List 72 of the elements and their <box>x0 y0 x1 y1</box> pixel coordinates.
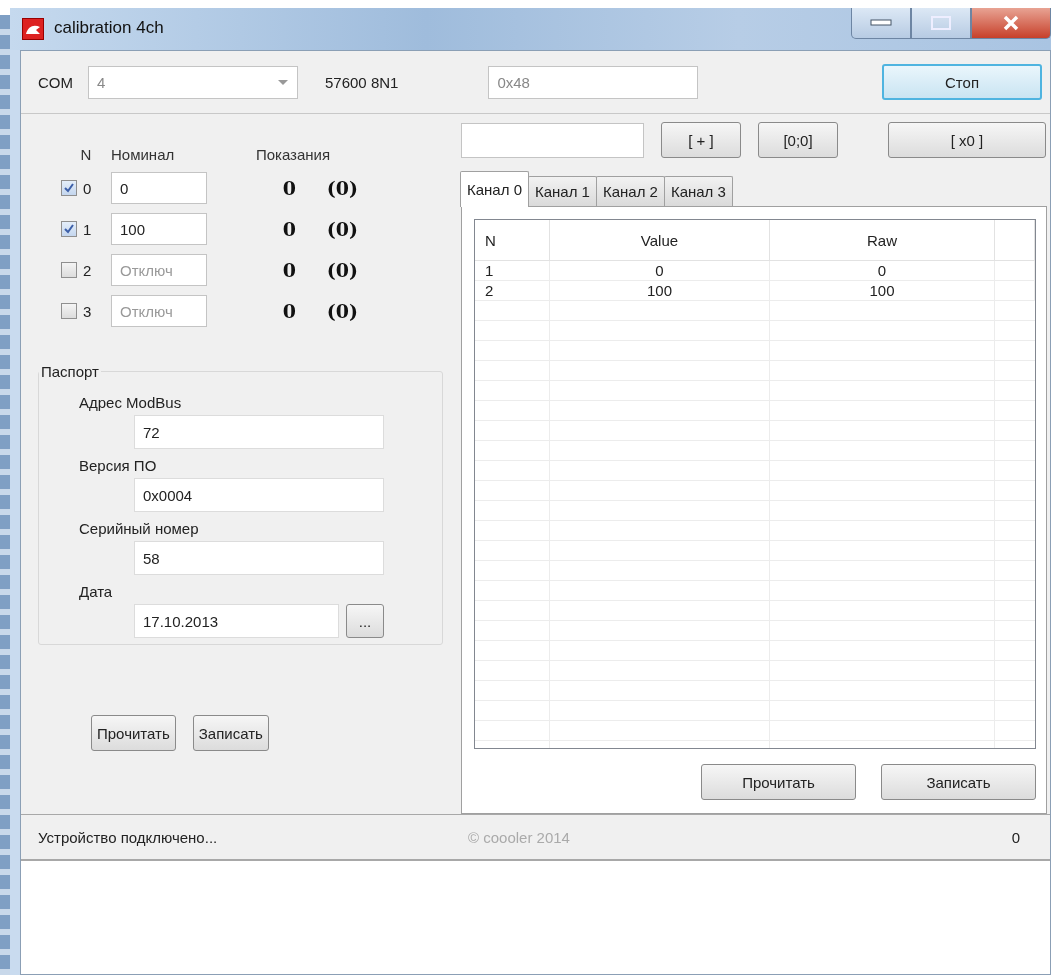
window-title: calibration 4ch <box>54 18 164 38</box>
empty-cell <box>995 281 1035 301</box>
field-label: Дата <box>79 583 113 600</box>
status-count: 0 <box>1011 828 1020 846</box>
read-button[interactable]: Прочитать <box>701 764 856 800</box>
table-cell: 100 <box>770 281 995 301</box>
table-cell: 0 <box>770 261 995 281</box>
input-field[interactable]: 0x0004 <box>134 478 384 512</box>
checkbox[interactable] <box>61 303 77 319</box>
field-label: Версия ПО <box>79 457 157 474</box>
tab[interactable]: Канал 0 <box>460 171 529 207</box>
input-field[interactable]: 58 <box>134 541 384 575</box>
maximize-icon <box>931 16 951 30</box>
field-label: Серийный номер <box>79 520 199 537</box>
tab[interactable]: Канал 1 <box>527 176 597 206</box>
column-header: N <box>475 220 550 261</box>
column-header: Номинал <box>111 146 176 163</box>
write-button[interactable]: Записать <box>192 715 269 751</box>
app-icon <box>22 18 44 40</box>
table-cell: 1 <box>475 261 550 281</box>
caret-icon <box>277 78 289 86</box>
field-label: Адрес ModBus <box>79 394 182 411</box>
reading-value: 0 <box>281 300 296 322</box>
tab[interactable]: Канал 3 <box>663 176 733 206</box>
table-cell: 100 <box>550 281 770 301</box>
port-settings: 57600 8N1 <box>325 73 399 91</box>
port-dropdown[interactable]: 4 <box>88 65 298 99</box>
minimize-icon <box>870 19 892 27</box>
input-field[interactable] <box>461 122 644 158</box>
empty-cell <box>995 261 1035 281</box>
channel-number: 2 <box>83 261 93 279</box>
table-cell: 2 <box>475 281 550 301</box>
nominal-field[interactable]: 100 <box>111 213 207 245</box>
group-title: Паспорт <box>40 363 100 380</box>
column-header: Показания <box>254 146 332 163</box>
write-button[interactable]: Записать <box>881 764 1036 800</box>
status-message: Устройство подключено... <box>38 828 219 846</box>
date-picker-button[interactable]: ... <box>346 604 384 638</box>
checkbox[interactable] <box>61 221 77 237</box>
raw-value: (0) <box>325 259 358 281</box>
close-button[interactable] <box>971 8 1051 39</box>
read-button[interactable]: Прочитать <box>91 715 176 751</box>
reading-value: 0 <box>281 218 296 240</box>
tab[interactable]: Канал 2 <box>595 176 665 206</box>
tool-button[interactable]: [ + ] <box>661 122 741 158</box>
copyright-text: © coooler 2014 <box>468 828 570 846</box>
stop-button[interactable]: Стоп <box>882 64 1042 100</box>
checkbox[interactable] <box>61 262 77 278</box>
tool-button[interactable]: [0;0] <box>758 122 838 158</box>
empty-header-cell <box>995 220 1035 261</box>
raw-value: (0) <box>325 300 358 322</box>
input-field[interactable]: 72 <box>134 415 384 449</box>
maximize-button[interactable] <box>911 8 971 39</box>
raw-value: (0) <box>325 218 358 240</box>
nominal-field[interactable]: 0 <box>111 172 207 204</box>
channel-number: 0 <box>83 179 93 197</box>
close-icon <box>1002 15 1020 31</box>
column-header: Raw <box>770 220 995 261</box>
column-header: Value <box>550 220 770 261</box>
channel-number: 1 <box>83 220 93 238</box>
raw-value: (0) <box>325 177 358 199</box>
port-label: COM <box>38 73 73 91</box>
reading-value: 0 <box>281 177 296 199</box>
reading-value: 0 <box>281 259 296 281</box>
channel-number: 3 <box>83 302 93 320</box>
minimize-button[interactable] <box>851 8 911 39</box>
tool-button[interactable]: [ x0 ] <box>888 122 1046 158</box>
table-cell: 0 <box>550 261 770 281</box>
checkbox[interactable] <box>61 180 77 196</box>
address-field[interactable]: 0x48 <box>488 65 699 99</box>
input-field[interactable]: 17.10.2013 <box>134 604 339 638</box>
column-header: N <box>79 146 93 163</box>
